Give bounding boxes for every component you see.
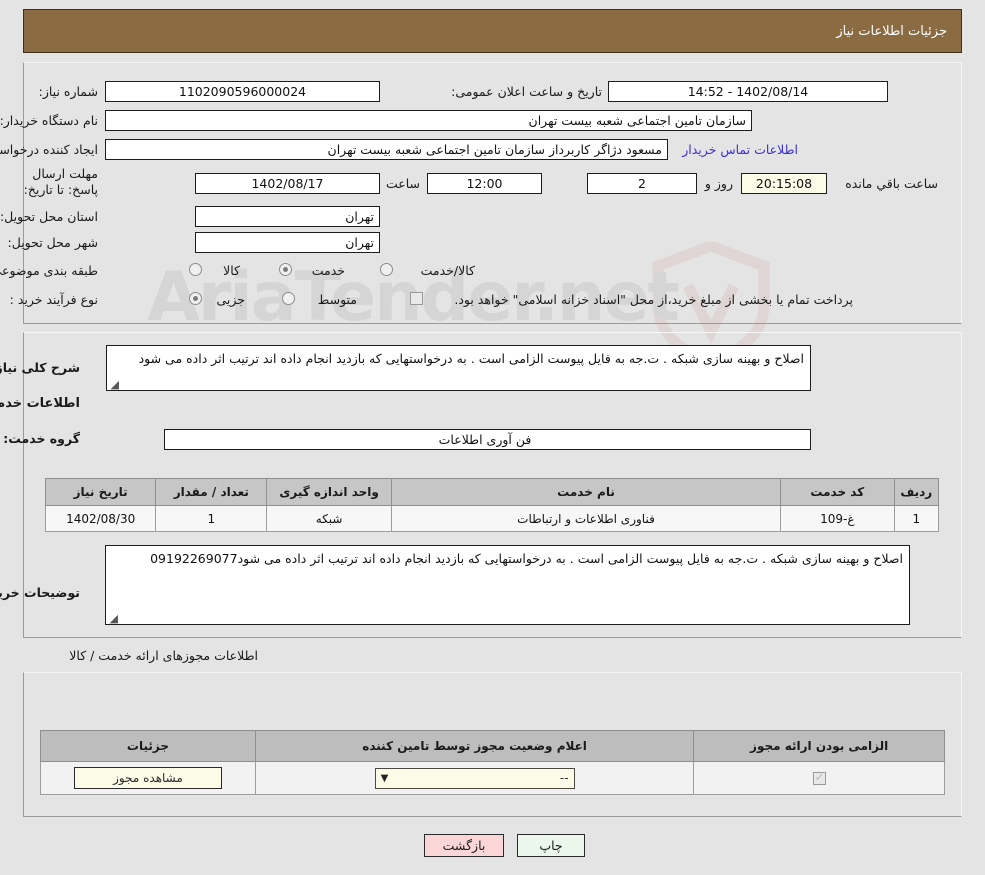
col-need-date: تاریخ نیاز (44, 478, 157, 506)
permits-section-label: اطلاعات مجوزهای ارائه خدمت / کالا (69, 648, 258, 663)
print-button[interactable]: چاپ (517, 834, 585, 857)
cell-service-code: غ-109 (780, 505, 895, 532)
back-button[interactable]: بازگشت (424, 834, 504, 857)
view-permit-button[interactable]: مشاهده مجوز (73, 767, 222, 789)
radio-category-goods-label: کالا (223, 263, 240, 278)
services-table-header-row: ردیف کد خدمت نام خدمت واحد اندازه گیری ت… (44, 478, 940, 506)
cell-permit-required (693, 761, 945, 795)
request-creator-label: ایجاد کننده درخواست: (0, 142, 98, 157)
col-quantity: تعداد / مقدار (155, 478, 268, 506)
service-group-label: گروه خدمت: (3, 431, 80, 446)
cell-permit-details: مشاهده مجوز (40, 761, 256, 795)
col-unit: واحد اندازه گیری (266, 478, 392, 506)
cell-unit: شبکه (266, 505, 392, 532)
deadline-time-value: 12:00 (427, 173, 542, 194)
treasury-bonds-checkbox[interactable] (410, 292, 423, 305)
permits-table-header-row: الزامی بودن ارائه مجوز اعلام وضعیت مجوز … (40, 730, 945, 762)
page-title-bar: جزئیات اطلاعات نیاز (23, 9, 962, 53)
treasury-bonds-note: پرداخت تمام یا بخشی از مبلغ خرید،از محل … (454, 292, 853, 307)
radio-process-medium-label: متوسط (317, 292, 357, 307)
cell-permit-status: ▼ -- (254, 761, 695, 795)
page-root: AriaTender.net جزئیات اطلاعات نیاز شماره… (0, 0, 985, 875)
permit-status-value: -- (559, 771, 569, 785)
radio-category-service-label: خدمت (311, 263, 345, 278)
announcement-label: تاریخ و ساعت اعلان عمومی: (451, 84, 602, 99)
summary-label: شرح کلی نیاز: (0, 360, 80, 375)
announcement-value: 14:52 - 1402/08/14 (608, 81, 888, 102)
buyer-notes-textarea[interactable]: اصلاح و بهینه سازی شبکه . ت.جه به فایل پ… (105, 545, 910, 625)
radio-process-medium[interactable] (282, 292, 295, 305)
delivery-city-value: تهران (195, 232, 380, 253)
buyer-contact-link[interactable]: اطلاعات تماس خریدار (682, 142, 798, 157)
summary-text: اصلاح و بهینه سازی شبکه . ت.جه به فایل پ… (138, 351, 804, 366)
radio-category-goods[interactable] (189, 263, 202, 276)
request-creator-value: مسعود دژاگر کاربرداز سازمان تامین اجتماع… (105, 139, 668, 160)
col-service-name: نام خدمت (390, 478, 782, 506)
col-service-code: کد خدمت (780, 478, 895, 506)
subject-category-label: طبقه بندی موضوعی: (0, 263, 98, 278)
countdown-timer: 20:15:08 (741, 173, 827, 194)
buyer-notes-label: توضیحات خریدار: (0, 585, 80, 600)
purchase-process-label: نوع فرآیند خرید : (9, 292, 98, 307)
page-title: جزئیات اطلاعات نیاز (836, 23, 947, 39)
services-heading: اطلاعات خدمات مورد نیاز (0, 396, 80, 411)
summary-textarea[interactable]: اصلاح و بهینه سازی شبکه . ت.جه به فایل پ… (106, 345, 811, 391)
permits-table: الزامی بودن ارائه مجوز اعلام وضعیت مجوز … (40, 730, 945, 795)
cell-row-number: 1 (893, 505, 940, 532)
delivery-city-label: شهر محل تحویل: (7, 235, 98, 250)
deadline-date-value: 1402/08/17 (195, 173, 380, 194)
col-permit-status: اعلام وضعیت مجوز توسط تامین کننده (254, 730, 695, 762)
chevron-down-icon: ▼ (380, 772, 389, 784)
delivery-province-value: تهران (195, 206, 380, 227)
delivery-province-label: استان محل تحویل: (0, 209, 98, 224)
buyer-org-label: نام دستگاه خریدار: (0, 113, 98, 128)
remaining-days-label: روز و (704, 176, 733, 191)
radio-category-service[interactable] (279, 263, 292, 276)
remaining-hours-label: ساعت باقي مانده (845, 176, 938, 191)
remaining-days-value: 2 (587, 173, 697, 194)
cell-quantity: 1 (155, 505, 268, 532)
radio-process-minor[interactable] (189, 292, 202, 305)
permit-required-checkbox (812, 770, 826, 785)
col-row-number: ردیف (893, 478, 940, 506)
col-permit-details: جزئیات (40, 730, 256, 762)
deadline-hour-label: ساعت (385, 176, 420, 191)
cell-service-name: فناوری اطلاعات و ارتباطات (390, 505, 782, 532)
col-permit-required: الزامی بودن ارائه مجوز (693, 730, 945, 762)
table-row: ▼ -- مشاهده مجوز (40, 761, 945, 795)
permit-status-select[interactable]: ▼ -- (374, 767, 575, 789)
resize-grip-icon[interactable]: ◢ (110, 379, 119, 390)
resize-grip-icon[interactable]: ◢ (109, 613, 118, 624)
buyer-org-value: سازمان تامین اجتماعی شعبه بیست تهران (105, 110, 752, 131)
radio-category-goods-service[interactable] (380, 263, 393, 276)
cell-need-date: 1402/08/30 (44, 505, 157, 532)
buyer-notes-text: اصلاح و بهینه سازی شبکه . ت.جه به فایل پ… (150, 551, 903, 566)
service-group-value: فن آوری اطلاعات (164, 429, 811, 450)
deadline-label: مهلت ارسال پاسخ: تا تاریخ: (23, 166, 98, 197)
need-number-label: شماره نیاز: (38, 84, 98, 99)
radio-process-minor-label: جزیی (216, 292, 245, 307)
table-row: 1 غ-109 فناوری اطلاعات و ارتباطات شبکه 1… (44, 505, 940, 532)
radio-category-goods-service-label: کالا/خدمت (420, 263, 475, 278)
services-table: ردیف کد خدمت نام خدمت واحد اندازه گیری ت… (44, 478, 940, 532)
need-number-value: 1102090596000024 (105, 81, 380, 102)
